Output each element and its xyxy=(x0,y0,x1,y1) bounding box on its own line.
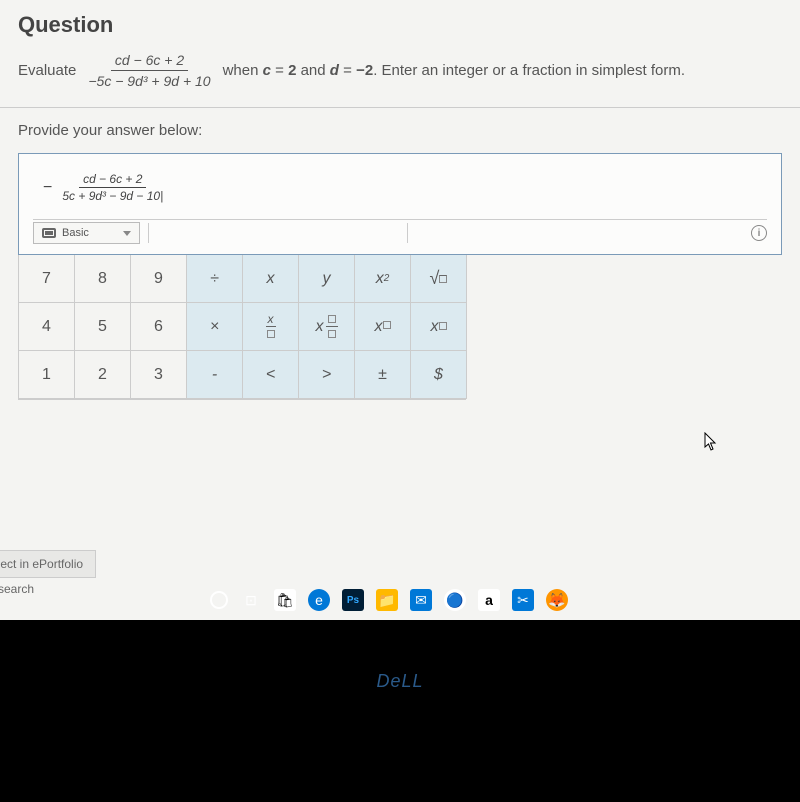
key-7[interactable]: 7 xyxy=(19,255,75,303)
question-fraction: cd − 6c + 2 −5c − 9d³ + 9d + 10 xyxy=(84,52,214,89)
dell-logo: DeLL xyxy=(376,671,423,692)
question-conditions: when c = 2 and d = −2. Enter an integer … xyxy=(223,62,685,79)
store-icon[interactable]: 🛍 xyxy=(274,589,296,611)
answer-expression: − cd − 6c + 2 5c + 9d³ − 9d − 10| xyxy=(33,172,767,203)
evaluate-word: Evaluate xyxy=(18,62,76,79)
eportfolio-link[interactable]: llect in ePortfolio xyxy=(0,550,96,578)
key-6[interactable]: 6 xyxy=(131,303,187,351)
key-x-squared[interactable]: x2 xyxy=(355,255,411,303)
toolbar-divider-2 xyxy=(407,223,408,243)
key-2[interactable]: 2 xyxy=(75,351,131,399)
key-minus[interactable]: - xyxy=(187,351,243,399)
explorer-icon[interactable]: 📁 xyxy=(376,589,398,611)
key-1[interactable]: 1 xyxy=(19,351,75,399)
monitor-bezel: DeLL xyxy=(0,620,800,802)
key-x-subscript[interactable]: x xyxy=(411,303,467,351)
key-8[interactable]: 8 xyxy=(75,255,131,303)
snip-icon[interactable]: ✂ xyxy=(512,589,534,611)
question-heading: Question xyxy=(18,12,782,38)
math-keypad: 7 4 1 8 5 2 9 6 3 ÷ × - x x < xyxy=(18,255,466,400)
key-4[interactable]: 4 xyxy=(19,303,75,351)
info-icon[interactable]: i xyxy=(751,225,767,241)
key-x-power[interactable]: x xyxy=(355,303,411,351)
keypad-mode-dropdown[interactable]: Basic xyxy=(33,222,140,244)
keypad-mode-label: Basic xyxy=(62,227,89,239)
answer-negative-sign: − xyxy=(43,179,52,197)
math-toolbar: Basic i xyxy=(33,219,767,244)
key-mixed-fraction[interactable]: x xyxy=(299,303,355,351)
key-x[interactable]: x xyxy=(243,255,299,303)
question-text: Evaluate cd − 6c + 2 −5c − 9d³ + 9d + 10… xyxy=(18,52,782,89)
key-plus-minus[interactable]: ± xyxy=(355,351,411,399)
mouse-cursor-icon xyxy=(704,432,718,452)
chrome-icon[interactable]: 🔵 xyxy=(444,589,466,611)
toolbar-divider xyxy=(148,223,149,243)
key-5[interactable]: 5 xyxy=(75,303,131,351)
key-dollar[interactable]: $ xyxy=(411,351,467,399)
cortana-icon[interactable] xyxy=(210,591,228,609)
firefox-icon[interactable]: 🦊 xyxy=(546,589,568,611)
key-multiply[interactable]: × xyxy=(187,303,243,351)
fraction-numerator: cd − 6c + 2 xyxy=(111,52,188,71)
answer-fraction: cd − 6c + 2 5c + 9d³ − 9d − 10| xyxy=(58,172,167,203)
answer-input-area[interactable]: − cd − 6c + 2 5c + 9d³ − 9d − 10| Basic … xyxy=(18,153,782,255)
chevron-down-icon xyxy=(123,231,131,236)
taskbar: ⊡ 🛍 e Ps 📁 ✉ 🔵 a ✂ 🦊 xyxy=(200,580,578,620)
amazon-icon[interactable]: a xyxy=(478,589,500,611)
keyboard-icon xyxy=(42,228,56,238)
key-divide[interactable]: ÷ xyxy=(187,255,243,303)
key-less-than[interactable]: < xyxy=(243,351,299,399)
key-sqrt[interactable] xyxy=(411,255,467,303)
key-fraction-x[interactable]: x xyxy=(243,303,299,351)
provide-answer-label: Provide your answer below: xyxy=(0,108,800,153)
key-9[interactable]: 9 xyxy=(131,255,187,303)
mail-icon[interactable]: ✉ xyxy=(410,589,432,611)
key-3[interactable]: 3 xyxy=(131,351,187,399)
task-view-icon[interactable]: ⊡ xyxy=(240,589,262,611)
photoshop-icon[interactable]: Ps xyxy=(342,589,364,611)
key-greater-than[interactable]: > xyxy=(299,351,355,399)
fraction-denominator: −5c − 9d³ + 9d + 10 xyxy=(84,71,214,89)
edge-icon[interactable]: e xyxy=(308,589,330,611)
search-text[interactable]: o search xyxy=(0,578,42,600)
answer-numerator: cd − 6c + 2 xyxy=(79,172,146,188)
answer-denominator: 5c + 9d³ − 9d − 10| xyxy=(58,188,167,203)
key-y[interactable]: y xyxy=(299,255,355,303)
